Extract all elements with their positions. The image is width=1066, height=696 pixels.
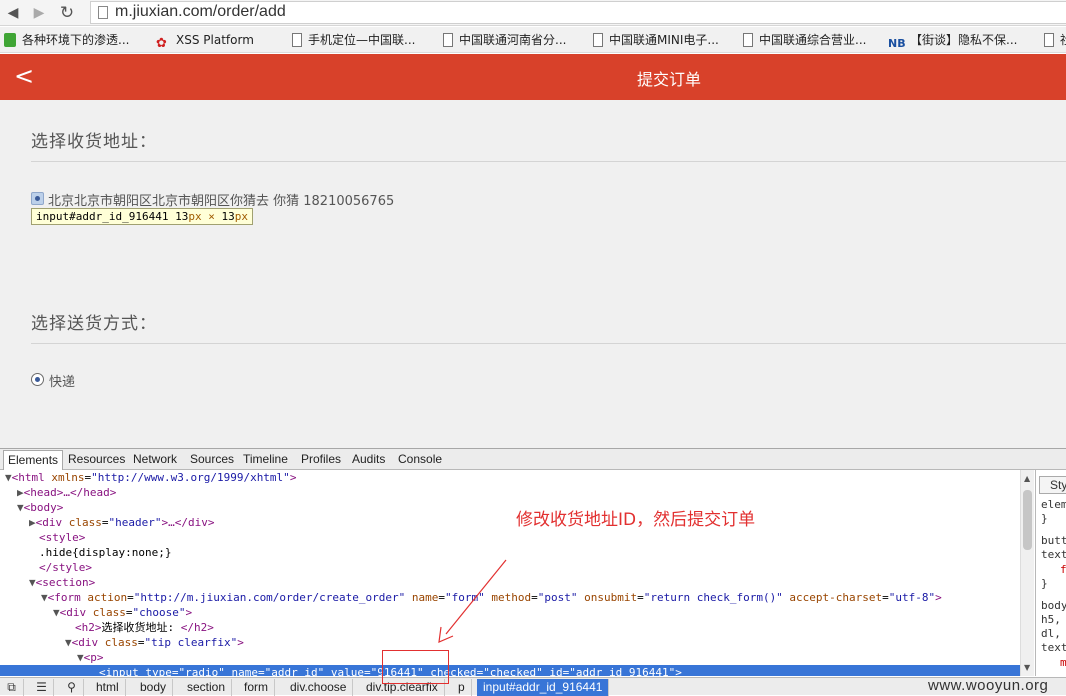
styles-line: f <box>1060 563 1066 576</box>
page-header: < 提交订单 <box>0 54 1066 100</box>
styles-line: h5, <box>1041 613 1061 626</box>
dom-node-body[interactable]: ▼<body> <box>0 500 1020 515</box>
page-icon <box>593 33 603 47</box>
annotation-text: 修改收货地址ID，然后提交订单 <box>516 510 756 530</box>
back-arrow-icon[interactable]: ◀ <box>2 3 24 23</box>
styles-line: text <box>1041 641 1066 654</box>
forward-arrow-icon[interactable]: ▶ <box>28 3 50 23</box>
tab-timeline[interactable]: Timeline <box>243 452 288 466</box>
styles-pane: Sty elem } butt text f } body h5, dl, te… <box>1035 470 1066 676</box>
bookmarks-bar: 各种环境下的渗透... ✿ XSS Platform 手机定位—中国联... 中国… <box>0 27 1066 53</box>
flower-icon: ✿ <box>156 36 167 51</box>
dom-node-form[interactable]: ▼<form action="http://m.jiuxian.com/orde… <box>0 590 1020 605</box>
scroll-down-icon[interactable]: ▼ <box>1024 663 1030 672</box>
bookmark-item[interactable]: 中国联通河南省分... <box>443 31 566 49</box>
styles-line: } <box>1041 577 1048 590</box>
page-icon <box>743 33 753 47</box>
search-icon[interactable]: ⚲ <box>60 679 84 696</box>
bookmark-item[interactable]: 各种环境下的渗透... <box>4 31 129 49</box>
styles-line: elem <box>1041 498 1066 511</box>
breadcrumb-input[interactable]: input#addr_id_916441 <box>477 679 610 696</box>
browser-toolbar: ◀ ▶ ↻ m.jiuxian.com/order/add <box>0 0 1066 26</box>
dom-node-style-close[interactable]: </style> <box>0 560 1020 575</box>
tab-profiles[interactable]: Profiles <box>301 452 341 466</box>
dom-node-div-tip[interactable]: ▼<div class="tip clearfix"> <box>0 635 1020 650</box>
tab-console[interactable]: Console <box>398 452 442 466</box>
delivery-radio[interactable] <box>31 373 44 386</box>
devtools-tab-bar: Elements Resources Network Sources Timel… <box>0 448 1066 470</box>
dom-node-input-selected[interactable]: <input type="radio" name="addr_id" value… <box>0 665 1020 676</box>
delivery-heading: 选择送货方式： <box>31 314 157 334</box>
devtools-breadcrumb-bar: ⧉ ☰ ⚲ html body section form div.choose … <box>0 677 1066 696</box>
styles-line: text <box>1041 548 1066 561</box>
page-icon <box>443 33 453 47</box>
bookmark-item[interactable]: ✿ XSS Platform <box>156 31 254 51</box>
styles-line: m <box>1060 656 1066 669</box>
bookmark-item[interactable]: 中国联通综合营业... <box>743 31 866 49</box>
scroll-thumb[interactable] <box>1023 490 1032 550</box>
url-text: m.jiuxian.com/order/add <box>115 3 286 20</box>
tab-audits[interactable]: Audits <box>352 452 385 466</box>
styles-line: butt <box>1041 534 1066 547</box>
bookmark-item[interactable]: 社 <box>1044 31 1066 49</box>
bookmark-item[interactable]: 中国联通MINI电子... <box>593 31 719 49</box>
address-option-label: 北京北京市朝阳区北京市朝阳区你猜去 你猜 18210056765 <box>48 194 395 209</box>
styles-tab[interactable]: Sty <box>1039 476 1066 494</box>
styles-line: body <box>1041 599 1066 612</box>
styles-line: } <box>1041 512 1048 525</box>
watermark: www.wooyun.org <box>928 677 1049 694</box>
breadcrumb-section[interactable]: section <box>181 679 233 696</box>
order-form: 选择收货地址： 北京北京市朝阳区北京市朝阳区你猜去 你猜 18210056765… <box>0 100 1066 448</box>
dom-scrollbar[interactable]: ▲ ▼ <box>1020 470 1034 676</box>
dom-node-p[interactable]: ▼<p> <box>0 650 1020 665</box>
scroll-up-icon[interactable]: ▲ <box>1024 474 1030 483</box>
console-drawer-icon[interactable]: ☰ <box>30 679 54 696</box>
reload-icon[interactable]: ↻ <box>56 3 78 23</box>
page-icon <box>1044 33 1054 47</box>
breadcrumb-body[interactable]: body <box>134 679 174 696</box>
address-heading: 选择收货地址： <box>31 132 157 152</box>
page-icon <box>98 6 108 19</box>
inspect-tooltip: input#addr_id_916441 13px × 13px <box>31 208 253 225</box>
dom-node-h2[interactable]: <h2>选择收货地址: </h2> <box>0 620 1020 635</box>
dom-node-div-choose[interactable]: ▼<div class="choose"> <box>0 605 1020 620</box>
dom-node-style-text[interactable]: .hide{display:none;} <box>0 545 1020 560</box>
page-title: 提交订单 <box>636 70 701 89</box>
dom-node-html[interactable]: ▼<html xmlns="http://www.w3.org/1999/xht… <box>0 470 1020 485</box>
dom-node-section[interactable]: ▼<section> <box>0 575 1020 590</box>
tab-network[interactable]: Network <box>133 452 177 466</box>
dom-node-head[interactable]: ▶<head>…</head> <box>0 485 1020 500</box>
breadcrumb-form[interactable]: form <box>238 679 275 696</box>
styles-line: dl, <box>1041 627 1061 640</box>
dom-node-style[interactable]: <style> <box>0 530 1020 545</box>
bookmark-favicon-icon <box>4 33 16 47</box>
tab-sources[interactable]: Sources <box>190 452 234 466</box>
address-bar[interactable]: m.jiuxian.com/order/add <box>90 1 1066 24</box>
divider <box>31 343 1066 344</box>
tab-resources[interactable]: Resources <box>68 452 125 466</box>
divider <box>31 161 1066 162</box>
dom-node-div-header[interactable]: ▶<div class="header">…</div> <box>0 515 1020 530</box>
address-radio[interactable] <box>31 192 44 205</box>
nb-logo-icon: NB <box>888 37 906 50</box>
bookmark-item[interactable]: NB 【街谈】隐私不保... <box>888 31 1017 50</box>
breadcrumb-div-choose[interactable]: div.choose <box>284 679 354 696</box>
breadcrumb-p[interactable]: p <box>452 679 472 696</box>
page-icon <box>292 33 302 47</box>
value-highlight-box <box>382 650 449 684</box>
dom-tree: ▼<html xmlns="http://www.w3.org/1999/xht… <box>0 470 1020 676</box>
bookmark-item[interactable]: 手机定位—中国联... <box>292 31 415 49</box>
delivery-option-label: 快递 <box>49 375 76 390</box>
tab-elements[interactable]: Elements <box>3 450 64 470</box>
dock-icon[interactable]: ⧉ <box>0 679 24 696</box>
breadcrumb-html[interactable]: html <box>90 679 126 696</box>
